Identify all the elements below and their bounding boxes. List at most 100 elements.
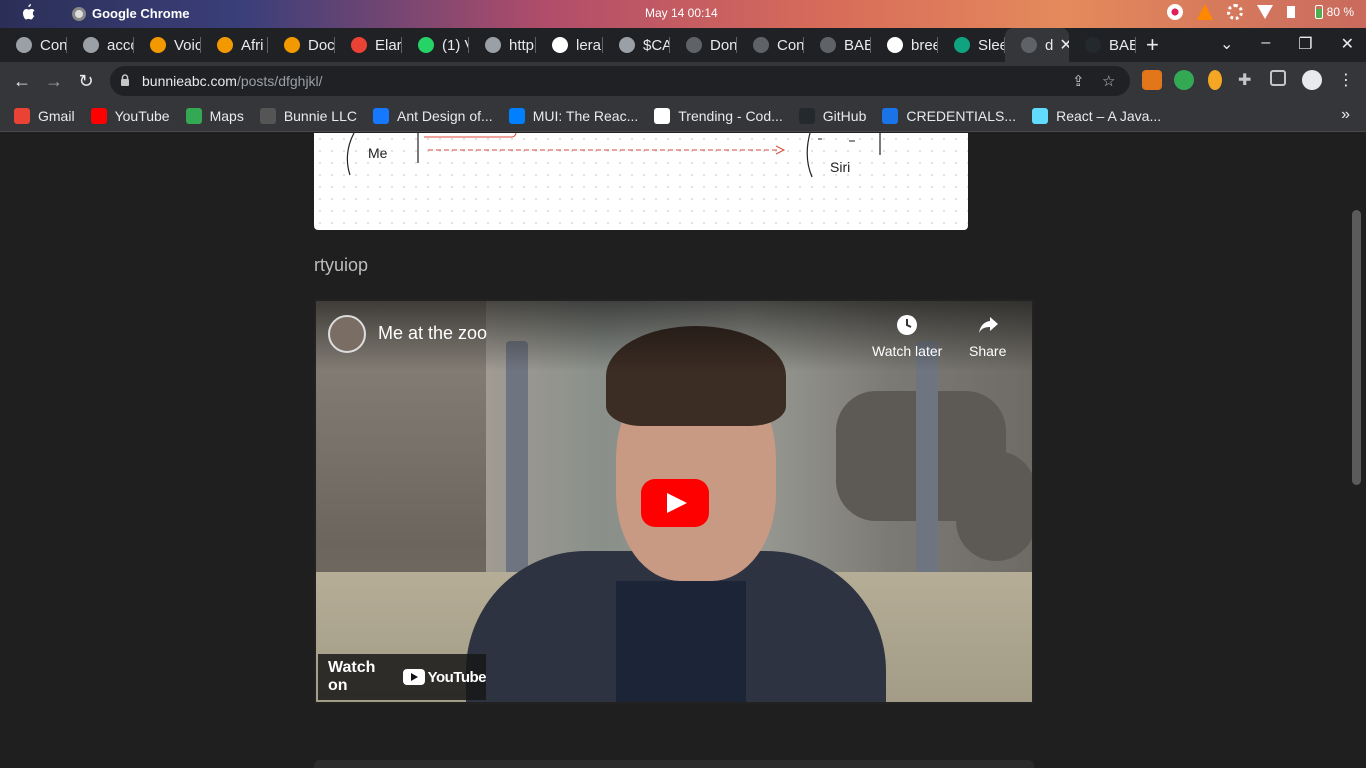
more-bookmarks-button[interactable]: » <box>1341 106 1350 124</box>
at-icon <box>284 37 300 53</box>
watch-later-button[interactable]: Watch later <box>872 313 942 359</box>
browser-tab[interactable]: d ✕ <box>1005 28 1069 62</box>
battery-percent: 80 % <box>1326 5 1354 19</box>
active-app-menu[interactable]: Google Chrome <box>72 6 190 21</box>
diagram-strokes <box>346 133 881 178</box>
tab-title: (1) V <box>442 36 469 54</box>
tab-title: BAE <box>844 36 871 54</box>
share-icon[interactable]: ⇪ <box>1072 72 1085 90</box>
channel-avatar[interactable] <box>328 315 366 353</box>
bookmark-item[interactable]: React – A Java... <box>1032 107 1162 124</box>
new-tab-button[interactable]: + <box>1146 32 1159 58</box>
youtube-embed[interactable]: Me at the zoo Watch later Share Watch on… <box>314 299 1034 704</box>
tab-title: d <box>1045 36 1054 54</box>
metamask-extension-icon[interactable] <box>1142 70 1162 90</box>
browser-tab[interactable]: Con <box>0 28 67 62</box>
tab-title: bree <box>911 36 938 54</box>
share-label: Share <box>969 343 1007 359</box>
slack-tray-icon[interactable] <box>1166 4 1183 20</box>
bookmark-label: YouTube <box>114 107 170 124</box>
reload-button[interactable]: ↻ <box>76 71 96 91</box>
side-panel-icon[interactable] <box>1270 70 1286 86</box>
browser-tab[interactable]: BAE <box>1069 28 1136 62</box>
browser-tab[interactable]: $CA <box>603 28 670 62</box>
video-title[interactable]: Me at the zoo <box>378 323 487 344</box>
bunnie-icon <box>1021 37 1037 53</box>
post-text: rtyuiop <box>314 255 369 275</box>
volume-icon[interactable] <box>1286 6 1301 18</box>
clock-icon <box>897 315 918 335</box>
maximize-button[interactable]: ❐ <box>1298 34 1312 54</box>
bookmark-item[interactable]: CREDENTIALS... <box>882 107 1016 124</box>
chatgpt-icon <box>954 37 970 53</box>
tab-title: acco <box>107 36 134 54</box>
address-bar[interactable]: bunnieabc.com/posts/dfghjkl/ ⇪ ☆ <box>110 66 1130 96</box>
add-extension-icon[interactable] <box>1174 70 1194 90</box>
watch-on-label: Watch on <box>328 659 376 694</box>
tab-title: Afri <box>241 36 264 54</box>
watch-on-youtube-button[interactable]: Watch on YouTube <box>318 654 487 700</box>
bookmark-label: Bunnie LLC <box>283 107 357 124</box>
close-window-button[interactable]: ✕ <box>1341 34 1354 54</box>
browser-tab[interactable]: Elar <box>335 28 402 62</box>
bookmark-favicon-icon <box>798 107 815 124</box>
tab-search-icon[interactable]: ⌄ <box>1220 34 1233 54</box>
browser-tab[interactable]: Slee <box>938 28 1005 62</box>
bookmark-item[interactable]: Ant Design of... <box>372 107 493 124</box>
lock-icon[interactable] <box>120 74 130 86</box>
bookmark-item[interactable]: Gmail <box>14 107 75 124</box>
browser-tab[interactable]: Doc <box>268 28 335 62</box>
extension-icon[interactable] <box>1208 70 1222 90</box>
bookmark-item[interactable]: GitHub <box>798 107 867 124</box>
play-button[interactable] <box>641 479 709 527</box>
puzzle-extensions-icon[interactable]: ✚ <box>1238 70 1258 90</box>
globe-icon <box>16 37 32 53</box>
browser-tab[interactable]: bree <box>871 28 938 62</box>
bookmark-favicon-icon <box>185 107 202 124</box>
bookmark-item[interactable]: Bunnie LLC <box>259 107 357 124</box>
bookmark-favicon-icon <box>372 107 389 124</box>
back-button[interactable]: ← <box>12 71 32 91</box>
chrome-menu-icon[interactable]: ⋮ <box>1336 70 1356 90</box>
bookmark-item[interactable]: MUI: The Reac... <box>508 107 638 124</box>
tab-title: Con <box>777 36 804 54</box>
bookmark-label: GitHub <box>822 107 867 124</box>
bunnie-icon <box>820 37 836 53</box>
browser-tab[interactable]: Don <box>670 28 737 62</box>
brightness-icon[interactable] <box>1226 4 1243 20</box>
minimize-button[interactable]: – <box>1261 34 1270 54</box>
bunnie-icon <box>686 37 702 53</box>
browser-tab[interactable]: Voic <box>134 28 201 62</box>
share-button[interactable]: Share <box>969 313 1006 359</box>
browser-tab[interactable]: http <box>469 28 536 62</box>
tab-strip: Con acco Voic Afri Doc Elar (1) V http lera $CA Do… <box>0 28 1366 62</box>
vlc-tray-icon[interactable] <box>1196 4 1213 20</box>
battery-indicator[interactable]: 80 % <box>1314 5 1354 19</box>
url-text[interactable]: bunnieabc.com/posts/dfghjkl/ <box>142 73 323 89</box>
clock[interactable]: May 14 00:14 <box>645 6 718 20</box>
bookmark-label: Trending - Cod... <box>678 107 783 124</box>
globe-icon <box>83 37 99 53</box>
browser-tab[interactable]: Afri <box>201 28 268 62</box>
thumbnail-elephant-2 <box>956 451 1032 561</box>
forward-button[interactable]: → <box>44 71 64 91</box>
browser-tab[interactable]: acco <box>67 28 134 62</box>
profile-avatar-icon[interactable] <box>1302 70 1322 90</box>
bookmark-item[interactable]: Trending - Cod... <box>654 107 783 124</box>
page-scrollbar[interactable] <box>1352 210 1361 485</box>
wifi-icon[interactable] <box>1256 5 1273 19</box>
close-tab-icon[interactable]: ✕ <box>1059 35 1069 55</box>
thumbnail-shirt <box>616 581 746 702</box>
browser-tab[interactable]: (1) V <box>402 28 469 62</box>
bookmark-item[interactable]: YouTube <box>90 107 170 124</box>
github-icon <box>1085 37 1101 53</box>
diagram-label-me: Me <box>368 145 388 161</box>
browser-tab[interactable]: BAE <box>804 28 871 62</box>
browser-tab[interactable]: Con <box>737 28 804 62</box>
apple-icon[interactable] <box>20 4 36 22</box>
bookmark-label: React – A Java... <box>1056 107 1162 124</box>
bookmark-star-icon[interactable]: ☆ <box>1102 72 1115 90</box>
browser-tab[interactable]: lera <box>536 28 603 62</box>
bookmarks-bar: Gmail YouTube Maps Bunnie LLC Ant Design of.… <box>0 100 1366 132</box>
bookmark-item[interactable]: Maps <box>185 107 244 124</box>
